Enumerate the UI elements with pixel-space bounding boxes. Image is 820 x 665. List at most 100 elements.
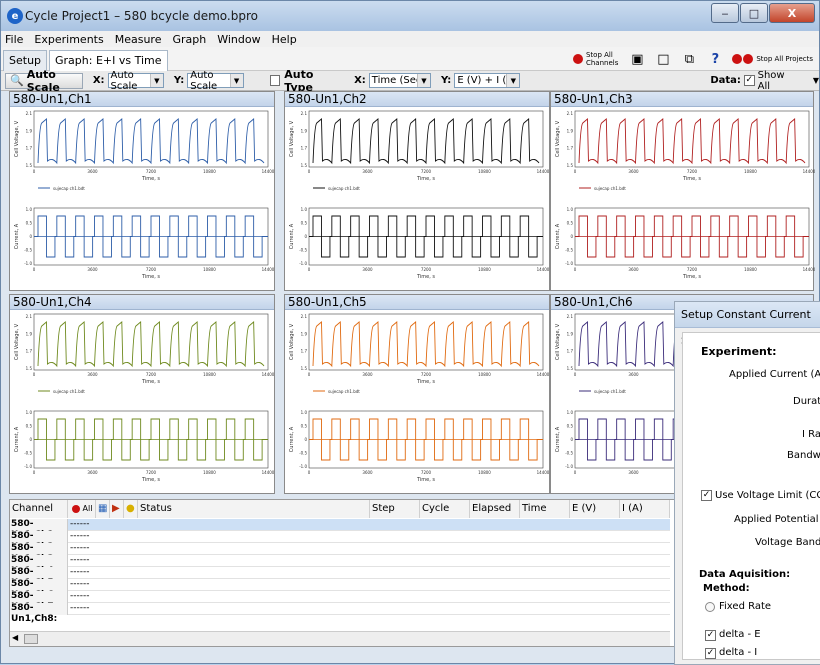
- col-channel[interactable]: Channel: [10, 500, 68, 518]
- title-bar[interactable]: e Cycle Project1 – 580 bcycle demo.bpro …: [1, 1, 819, 31]
- v-tick-label: 2.1: [567, 314, 574, 319]
- auto-scale-button[interactable]: 🔍 Auto Scale: [5, 68, 83, 94]
- col-time[interactable]: Time: [520, 500, 570, 518]
- x-tick-label: 0: [33, 267, 36, 272]
- close-button[interactable]: X: [769, 3, 815, 23]
- table-row[interactable]: 580-Un1,Ch3:------: [10, 543, 670, 564]
- col-elapsed[interactable]: Elapsed: [470, 500, 520, 518]
- i-tick-label: 1.0: [301, 207, 308, 212]
- stop-projects-icon-2[interactable]: [743, 54, 754, 64]
- v-tick-label: 1.9: [301, 128, 308, 133]
- menu-help[interactable]: Help: [272, 33, 297, 46]
- x-tick-label: 14400: [537, 470, 549, 475]
- col-pause-icon[interactable]: ▶: [110, 500, 124, 518]
- applied-potential-label: Applied Potential (Volts): [734, 514, 820, 525]
- x-tick-label: 0: [33, 169, 36, 174]
- delta-i-checkbox[interactable]: ✓: [705, 648, 716, 659]
- channel-graph-panel[interactable]: 580-Un1,Ch2 2.1 1.9 1.7 1.5 0 3600 7200 10800 144…: [284, 91, 550, 291]
- i-axis-title: Current, A: [555, 426, 561, 452]
- calculator-icon[interactable]: ▣: [628, 51, 646, 67]
- col-e[interactable]: E (V): [570, 500, 620, 518]
- col-i[interactable]: I (A): [620, 500, 670, 518]
- dialog-title[interactable]: Setup Constant Current Step: [675, 302, 820, 347]
- i-tick-label: 0.5: [567, 221, 574, 226]
- x-axis-label: X:: [92, 75, 105, 86]
- channel-graph-panel[interactable]: 580-Un1,Ch5 2.1 1.9 1.7 1.5 0 3600 7200 10800 144…: [284, 294, 550, 494]
- x-tick-label: 10800: [478, 372, 491, 377]
- table-row[interactable]: 580-Un1,Ch6:------: [10, 579, 670, 600]
- table-row[interactable]: 580-Un1,Ch7:------: [10, 591, 670, 612]
- show-all-checkbox[interactable]: ✓: [743, 75, 755, 86]
- table-row[interactable]: 580-Un1,Ch4:------: [10, 555, 670, 576]
- col-run-icon[interactable]: ▦: [96, 500, 110, 518]
- chevron-down-icon[interactable]: ▼: [813, 76, 819, 85]
- horizontal-scrollbar[interactable]: ◀: [10, 631, 670, 646]
- x-axis-title: Time, s: [416, 176, 435, 182]
- table-row[interactable]: 580-Un1,Ch5:------: [10, 567, 670, 588]
- v-tick-label: 1.9: [26, 128, 33, 133]
- stop-all-channels-button[interactable]: Stop All Channels: [586, 51, 618, 67]
- table-row[interactable]: 580-Un1,Ch8: ------: [10, 603, 670, 624]
- x-tick-label: 7200: [146, 470, 157, 475]
- help-icon[interactable]: ?: [706, 51, 724, 67]
- y-axis-select[interactable]: Auto Scale ▼: [187, 70, 244, 92]
- row-all-value: ------: [70, 603, 90, 613]
- panel-title: 580-Un1,Ch3: [551, 92, 813, 107]
- stop-projects-icon-1[interactable]: [732, 54, 743, 64]
- i-tick-label: -0.5: [299, 451, 307, 456]
- scroll-left-icon[interactable]: ◀: [12, 633, 18, 642]
- voltage-trace: [578, 118, 806, 165]
- table-row[interactable]: 580-Un1,Ch1:------: [10, 519, 670, 540]
- voltage-trace: [37, 321, 265, 368]
- x-tick-label: 10800: [203, 267, 216, 272]
- x2-axis-select[interactable]: Time (Sec) ▼: [368, 73, 431, 88]
- col-warning-icon[interactable]: ●: [124, 500, 138, 518]
- x-tick-label: 3600: [362, 470, 373, 475]
- stop-all-projects-button[interactable]: Stop All Projects: [756, 55, 813, 63]
- voltage-bandwidth-label: Voltage Bandwidth: [755, 537, 820, 548]
- row-all-value: ------: [70, 567, 90, 577]
- v-tick-label: 1.5: [301, 163, 308, 168]
- x-tick-label: 14400: [262, 169, 274, 174]
- col-all-ch[interactable]: All Ch: [68, 500, 96, 531]
- channel-graph-panel[interactable]: 580-Un1,Ch3 2.1 1.9 1.7 1.5 0 3600 7200 10800 144…: [550, 91, 815, 291]
- delta-e-label: delta - E: [719, 629, 761, 640]
- menu-graph[interactable]: Graph: [172, 33, 206, 46]
- use-voltage-limit-checkbox[interactable]: ✓: [701, 490, 712, 501]
- v-tick-label: 1.5: [301, 366, 308, 371]
- stop-channels-icon[interactable]: [572, 54, 583, 64]
- maximize-button[interactable]: □: [740, 3, 768, 23]
- channel-graph-panel[interactable]: 580-Un1,Ch4 2.1 1.9 1.7 1.5 0 3600 7200 10800 144…: [9, 294, 275, 494]
- menu-experiments[interactable]: Experiments: [34, 33, 103, 46]
- row-all-value: ------: [70, 591, 90, 601]
- i-tick-label: -1.0: [24, 464, 32, 469]
- col-status[interactable]: Status: [138, 500, 370, 518]
- i-axis-title: Current, A: [14, 426, 20, 452]
- voltage-trace: [312, 118, 540, 165]
- y2-axis-select[interactable]: E (V) + I (A) ▼: [454, 73, 521, 88]
- auto-type-checkbox[interactable]: [269, 75, 281, 86]
- channel-graph-panel[interactable]: 580-Un1,Ch1 2.1 1.9 1.7 1.5 0 3600 7200 10800 144…: [9, 91, 275, 291]
- v-tick-label: 1.9: [301, 331, 308, 336]
- legend-entry: sujecap ch1.bdt: [53, 389, 85, 394]
- minimize-button[interactable]: ‒: [711, 3, 739, 23]
- menu-file[interactable]: File: [5, 33, 23, 46]
- col-step[interactable]: Step: [370, 500, 420, 518]
- menu-window[interactable]: Window: [217, 33, 260, 46]
- window-icon[interactable]: □: [654, 51, 672, 67]
- i-tick-label: 0: [304, 234, 307, 239]
- app-window: e Cycle Project1 – 580 bcycle demo.bpro …: [0, 0, 820, 665]
- col-cycle[interactable]: Cycle: [420, 500, 470, 518]
- x-axis-select[interactable]: Auto Scale ▼: [107, 70, 164, 92]
- method-heading: Method:: [703, 583, 750, 594]
- copy-icon[interactable]: ⧉: [680, 51, 698, 67]
- table-row[interactable]: 580-Un1,Ch2:------: [10, 531, 670, 552]
- x-axis-title: Time, s: [416, 477, 435, 483]
- x-tick-label: 10800: [478, 267, 491, 272]
- menu-measure[interactable]: Measure: [115, 33, 162, 46]
- fixed-rate-radio[interactable]: [705, 602, 715, 612]
- scroll-thumb[interactable]: [24, 634, 38, 644]
- delta-e-checkbox[interactable]: ✓: [705, 630, 716, 641]
- i-tick-label: -0.5: [24, 248, 32, 253]
- setup-constant-current-dialog: Setup Constant Current Step Experiment: …: [674, 301, 820, 665]
